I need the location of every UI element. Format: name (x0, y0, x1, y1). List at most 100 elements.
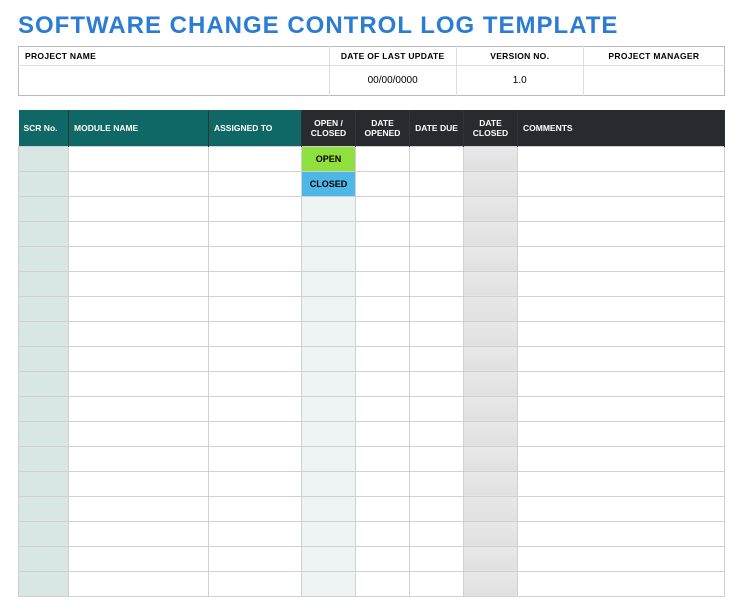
cell-date-opened[interactable] (356, 471, 410, 496)
cell-comments[interactable] (518, 371, 725, 396)
cell-comments[interactable] (518, 346, 725, 371)
cell-assigned-to[interactable] (209, 296, 302, 321)
cell-date-opened[interactable] (356, 521, 410, 546)
cell-scr-no[interactable] (19, 146, 69, 171)
cell-status[interactable] (302, 571, 356, 596)
cell-comments[interactable] (518, 296, 725, 321)
cell-status[interactable] (302, 346, 356, 371)
cell-comments[interactable] (518, 321, 725, 346)
cell-comments[interactable] (518, 221, 725, 246)
meta-value-project-name[interactable] (19, 66, 330, 96)
cell-assigned-to[interactable] (209, 546, 302, 571)
cell-date-due[interactable] (410, 196, 464, 221)
cell-scr-no[interactable] (19, 471, 69, 496)
cell-status[interactable] (302, 471, 356, 496)
cell-date-closed[interactable] (464, 546, 518, 571)
cell-assigned-to[interactable] (209, 321, 302, 346)
cell-date-due[interactable] (410, 396, 464, 421)
cell-status[interactable] (302, 521, 356, 546)
cell-date-closed[interactable] (464, 571, 518, 596)
cell-date-opened[interactable] (356, 396, 410, 421)
cell-assigned-to[interactable] (209, 146, 302, 171)
cell-date-closed[interactable] (464, 521, 518, 546)
cell-status[interactable] (302, 446, 356, 471)
cell-date-opened[interactable] (356, 346, 410, 371)
cell-scr-no[interactable] (19, 371, 69, 396)
cell-date-opened[interactable] (356, 546, 410, 571)
meta-value-version-no[interactable]: 1.0 (456, 66, 583, 96)
cell-assigned-to[interactable] (209, 446, 302, 471)
cell-status[interactable] (302, 196, 356, 221)
meta-value-date-last-update[interactable]: 00/00/0000 (329, 66, 456, 96)
cell-scr-no[interactable] (19, 521, 69, 546)
cell-scr-no[interactable] (19, 571, 69, 596)
cell-comments[interactable] (518, 271, 725, 296)
cell-assigned-to[interactable] (209, 571, 302, 596)
cell-scr-no[interactable] (19, 421, 69, 446)
cell-assigned-to[interactable] (209, 371, 302, 396)
cell-module-name[interactable] (69, 546, 209, 571)
cell-assigned-to[interactable] (209, 196, 302, 221)
cell-comments[interactable] (518, 146, 725, 171)
cell-date-closed[interactable] (464, 346, 518, 371)
cell-assigned-to[interactable] (209, 421, 302, 446)
cell-status[interactable] (302, 396, 356, 421)
cell-date-opened[interactable] (356, 146, 410, 171)
cell-module-name[interactable] (69, 371, 209, 396)
cell-comments[interactable] (518, 471, 725, 496)
cell-module-name[interactable] (69, 171, 209, 196)
cell-date-due[interactable] (410, 571, 464, 596)
cell-module-name[interactable] (69, 471, 209, 496)
cell-date-closed[interactable] (464, 421, 518, 446)
cell-date-due[interactable] (410, 371, 464, 396)
cell-date-due[interactable] (410, 271, 464, 296)
cell-date-due[interactable] (410, 471, 464, 496)
cell-date-due[interactable] (410, 421, 464, 446)
cell-date-due[interactable] (410, 296, 464, 321)
cell-date-opened[interactable] (356, 271, 410, 296)
cell-assigned-to[interactable] (209, 471, 302, 496)
cell-status[interactable] (302, 421, 356, 446)
cell-date-opened[interactable] (356, 571, 410, 596)
cell-date-due[interactable] (410, 496, 464, 521)
cell-date-closed[interactable] (464, 221, 518, 246)
cell-date-opened[interactable] (356, 171, 410, 196)
cell-module-name[interactable] (69, 421, 209, 446)
cell-comments[interactable] (518, 196, 725, 221)
cell-scr-no[interactable] (19, 346, 69, 371)
cell-status[interactable] (302, 496, 356, 521)
cell-date-closed[interactable] (464, 396, 518, 421)
cell-status[interactable] (302, 221, 356, 246)
cell-date-due[interactable] (410, 346, 464, 371)
cell-assigned-to[interactable] (209, 396, 302, 421)
cell-scr-no[interactable] (19, 296, 69, 321)
cell-date-closed[interactable] (464, 471, 518, 496)
cell-scr-no[interactable] (19, 221, 69, 246)
cell-comments[interactable] (518, 571, 725, 596)
cell-date-due[interactable] (410, 446, 464, 471)
cell-date-opened[interactable] (356, 446, 410, 471)
cell-date-opened[interactable] (356, 221, 410, 246)
meta-value-project-manager[interactable] (583, 66, 724, 96)
cell-comments[interactable] (518, 421, 725, 446)
cell-date-closed[interactable] (464, 271, 518, 296)
cell-status[interactable] (302, 246, 356, 271)
cell-module-name[interactable] (69, 521, 209, 546)
cell-assigned-to[interactable] (209, 521, 302, 546)
cell-module-name[interactable] (69, 221, 209, 246)
cell-comments[interactable] (518, 171, 725, 196)
cell-status[interactable] (302, 321, 356, 346)
cell-assigned-to[interactable] (209, 221, 302, 246)
cell-date-closed[interactable] (464, 496, 518, 521)
cell-comments[interactable] (518, 246, 725, 271)
cell-date-due[interactable] (410, 521, 464, 546)
cell-assigned-to[interactable] (209, 246, 302, 271)
cell-module-name[interactable] (69, 146, 209, 171)
cell-date-closed[interactable] (464, 246, 518, 271)
cell-scr-no[interactable] (19, 546, 69, 571)
cell-date-closed[interactable] (464, 171, 518, 196)
cell-date-closed[interactable] (464, 371, 518, 396)
cell-date-due[interactable] (410, 146, 464, 171)
cell-date-due[interactable] (410, 321, 464, 346)
cell-scr-no[interactable] (19, 321, 69, 346)
